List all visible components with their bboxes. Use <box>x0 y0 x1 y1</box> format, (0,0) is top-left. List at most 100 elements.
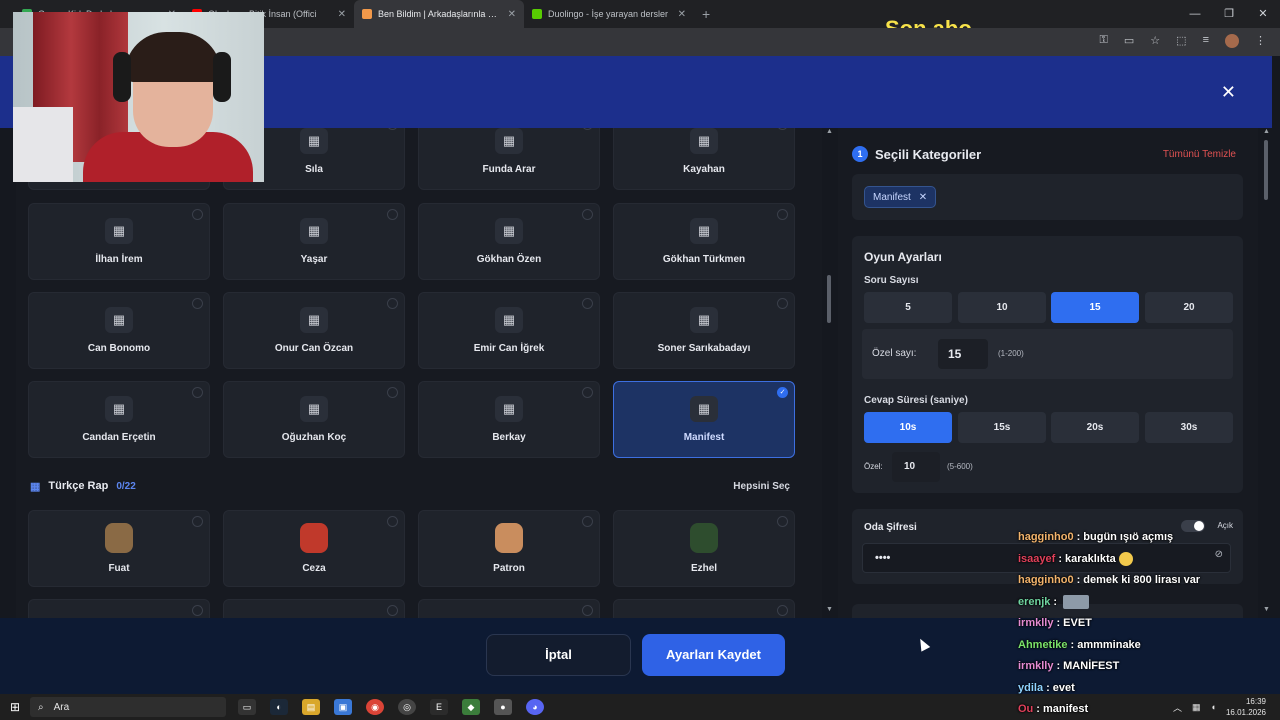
question-count-option[interactable]: 20 <box>1145 292 1233 323</box>
answer-time-option[interactable]: 20s <box>1051 412 1139 443</box>
select-radio[interactable]: ✓ <box>777 387 788 398</box>
category-card[interactable]: ▦ Can Bonomo <box>28 292 210 369</box>
grid-scrollbar[interactable]: ▲ ▼ <box>826 128 833 615</box>
select-radio[interactable] <box>582 605 593 616</box>
select-radio[interactable] <box>387 298 398 309</box>
minimize-icon[interactable]: — <box>1178 0 1212 28</box>
select-radio[interactable] <box>582 209 593 220</box>
artist-card[interactable]: Fuat <box>28 510 210 587</box>
taskbar-search[interactable]: ⌕ Ara <box>30 697 226 717</box>
artist-card[interactable] <box>28 599 210 618</box>
building-icon: ▦ <box>690 396 718 422</box>
select-radio[interactable] <box>777 516 788 527</box>
answer-time-option[interactable]: 15s <box>958 412 1046 443</box>
profile-avatar[interactable] <box>1225 34 1239 48</box>
category-name: Gökhan Özen <box>476 254 542 265</box>
select-radio[interactable] <box>387 387 398 398</box>
select-radio[interactable] <box>582 387 593 398</box>
close-window-icon[interactable]: ✕ <box>1246 0 1280 28</box>
chip-remove-icon[interactable]: ✕ <box>919 192 927 203</box>
obs-icon[interactable]: ◎ <box>398 699 416 715</box>
windows-start-icon[interactable]: ⊞ <box>0 700 30 714</box>
custom-time-input[interactable]: 10 <box>892 452 940 482</box>
epic-icon[interactable]: E <box>430 699 448 715</box>
custom-count-input[interactable]: 15 <box>938 339 988 369</box>
category-card[interactable]: ✓ ▦ Manifest <box>613 381 795 458</box>
star-icon[interactable]: ☆ <box>1150 34 1160 48</box>
new-tab-button[interactable]: + <box>694 6 718 22</box>
question-count-option[interactable]: 10 <box>958 292 1046 323</box>
discord-icon[interactable]: ◕ <box>526 699 544 715</box>
category-card[interactable]: ▦ Kayahan <box>613 128 795 190</box>
category-card[interactable]: ▦ Gökhan Türkmen <box>613 203 795 280</box>
select-radio[interactable] <box>387 209 398 220</box>
chrome-icon[interactable]: ◉ <box>366 699 384 715</box>
select-radio[interactable] <box>192 209 203 220</box>
select-radio[interactable] <box>192 605 203 616</box>
category-card[interactable]: ▦ Yaşar <box>223 203 405 280</box>
answer-time-option[interactable]: 10s <box>864 412 952 443</box>
tab-close-icon[interactable]: ✕ <box>678 9 686 20</box>
select-radio[interactable] <box>192 516 203 527</box>
category-card[interactable]: ▦ Berkay <box>418 381 600 458</box>
artist-card[interactable]: Ceza <box>223 510 405 587</box>
category-card[interactable]: ▦ Gökhan Özen <box>418 203 600 280</box>
key-icon[interactable]: ⚿ <box>1100 34 1108 48</box>
category-card[interactable]: ▦ Emir Can İğrek <box>418 292 600 369</box>
select-radio[interactable] <box>777 298 788 309</box>
cancel-button[interactable]: İptal <box>486 634 631 676</box>
browser-tab[interactable]: Ben Bildim | Arkadaşlarınla Onli ✕ <box>354 0 524 28</box>
answer-time-option[interactable]: 30s <box>1145 412 1233 443</box>
select-radio[interactable] <box>387 605 398 616</box>
media-icon[interactable]: ≡ <box>1203 34 1209 48</box>
tab-close-icon[interactable]: ✕ <box>508 9 516 20</box>
select-radio[interactable] <box>582 298 593 309</box>
artist-avatar <box>300 523 328 553</box>
store-icon[interactable]: ▣ <box>334 699 352 715</box>
game-icon[interactable]: ● <box>494 699 512 715</box>
selected-chip[interactable]: Manifest ✕ <box>864 186 937 208</box>
app-icon[interactable]: ◆ <box>462 699 480 715</box>
select-radio[interactable] <box>582 128 593 130</box>
modal-close-icon[interactable]: ✕ <box>1221 82 1236 103</box>
search-placeholder: Ara <box>53 701 70 713</box>
category-card[interactable]: ▦ Soner Sarıkabadayı <box>613 292 795 369</box>
browser-tab[interactable]: Duolingo - İşe yarayan dersler ✕ <box>524 0 694 28</box>
category-card[interactable]: ▦ Onur Can Özcan <box>223 292 405 369</box>
artist-card[interactable]: Ezhel <box>613 510 795 587</box>
select-radio[interactable] <box>387 516 398 527</box>
artist-card[interactable] <box>223 599 405 618</box>
select-radio[interactable] <box>387 128 398 130</box>
question-count-option[interactable]: 5 <box>864 292 952 323</box>
category-card[interactable]: ▦ Funda Arar <box>418 128 600 190</box>
menu-icon[interactable]: ⋮ <box>1255 34 1266 48</box>
extensions-icon[interactable]: ⬚ <box>1176 34 1186 48</box>
category-card[interactable]: ▦ Candan Erçetin <box>28 381 210 458</box>
save-settings-button[interactable]: Ayarları Kaydet <box>642 634 785 676</box>
restore-icon[interactable]: ❐ <box>1212 0 1246 28</box>
clear-all-button[interactable]: Tümünü Temizle <box>1163 149 1236 160</box>
cast-icon[interactable]: ▭ <box>1124 34 1134 48</box>
task-view-icon[interactable]: ▭ <box>238 699 256 715</box>
steam-icon[interactable]: ◐ <box>270 699 288 715</box>
category-card[interactable]: ▦ İlhan İrem <box>28 203 210 280</box>
select-radio[interactable] <box>777 605 788 616</box>
chat-text: demek ki 800 lirası var <box>1083 574 1201 586</box>
question-count-option[interactable]: 15 <box>1051 292 1139 323</box>
artist-card[interactable] <box>418 599 600 618</box>
tab-title: Ben Bildim | Arkadaşlarınla Onli <box>378 9 502 19</box>
settings-scrollbar[interactable]: ▲ ▼ <box>1262 128 1270 618</box>
select-radio[interactable] <box>777 128 788 130</box>
select-all-button[interactable]: Hepsini Seç <box>733 481 790 492</box>
artist-card[interactable]: Patron <box>418 510 600 587</box>
artist-name: Ezhel <box>690 563 718 574</box>
artist-card[interactable] <box>613 599 795 618</box>
select-radio[interactable] <box>777 209 788 220</box>
select-radio[interactable] <box>192 298 203 309</box>
folder-icon[interactable]: ▤ <box>302 699 320 715</box>
category-card[interactable]: ▦ Oğuzhan Koç <box>223 381 405 458</box>
select-radio[interactable] <box>582 516 593 527</box>
chat-text: ammminake <box>1077 638 1141 651</box>
select-radio[interactable] <box>192 387 203 398</box>
tab-close-icon[interactable]: ✕ <box>338 9 346 20</box>
